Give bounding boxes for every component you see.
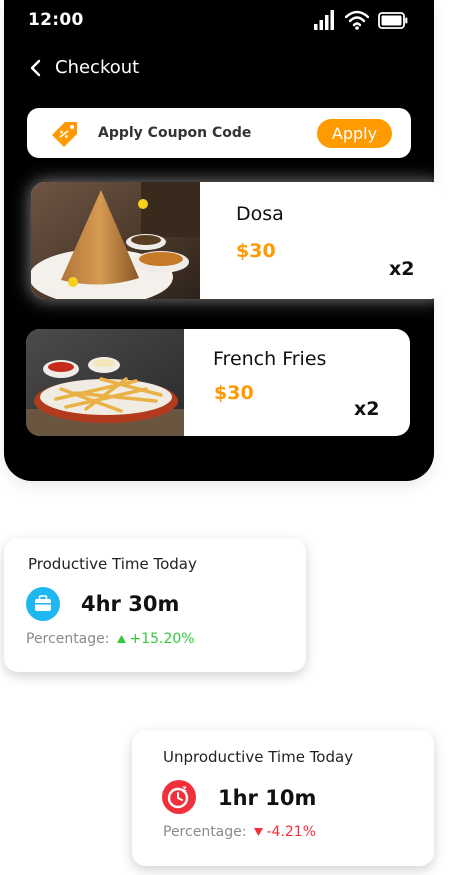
- percentage-label: Percentage:: [26, 631, 110, 647]
- item-quantity: x2: [354, 398, 380, 420]
- productive-time-card: Productive Time Today 4hr 30m Percentage…: [4, 538, 306, 672]
- item-name: French Fries: [213, 348, 327, 370]
- unproductive-time-card: Unproductive Time Today z 1hr 10m Percen…: [132, 730, 434, 866]
- chevron-left-icon[interactable]: [26, 57, 46, 79]
- coupon-tag-icon: [52, 122, 77, 147]
- coupon-bar: Apply Coupon Code Apply: [27, 108, 411, 158]
- percentage-label: Percentage:: [163, 824, 247, 840]
- trend-down: -4.21%: [254, 824, 316, 840]
- card-title: Unproductive Time Today: [163, 748, 354, 766]
- percentage-value: -4.21%: [266, 824, 317, 840]
- sleep-clock-icon: z: [162, 780, 196, 814]
- time-value: 4hr 30m: [81, 592, 180, 616]
- french-fries-image: [26, 329, 184, 436]
- apply-coupon-button[interactable]: Apply: [317, 119, 392, 148]
- status-icons: [314, 10, 408, 30]
- nav-bar: Checkout: [4, 54, 434, 82]
- triangle-down-icon: [254, 828, 264, 836]
- status-bar: 12:00: [4, 0, 434, 40]
- briefcase-icon: [26, 587, 60, 621]
- percentage-row: Percentage: -4.21%: [163, 824, 316, 840]
- item-quantity: x2: [389, 258, 415, 280]
- page-title: Checkout: [55, 57, 140, 78]
- status-time: 12:00: [28, 10, 84, 30]
- battery-icon: [378, 11, 408, 29]
- item-price: $30: [236, 240, 276, 262]
- cart-item[interactable]: Dosa $30 x2: [31, 182, 445, 299]
- dosa-image: [31, 182, 200, 299]
- trend-up: +15.20%: [117, 631, 195, 647]
- percentage-value: +15.20%: [129, 631, 195, 647]
- wifi-icon: [345, 10, 369, 30]
- card-title: Productive Time Today: [28, 555, 197, 573]
- item-name: Dosa: [236, 203, 284, 225]
- triangle-up-icon: [117, 635, 127, 643]
- svg-text:z: z: [182, 784, 187, 793]
- item-price: $30: [214, 382, 254, 404]
- signal-icon: [314, 10, 334, 30]
- coupon-label: Apply Coupon Code: [98, 125, 252, 141]
- percentage-row: Percentage: +15.20%: [26, 631, 195, 647]
- time-value: 1hr 10m: [218, 786, 317, 810]
- cart-item[interactable]: French Fries $30 x2: [26, 329, 410, 436]
